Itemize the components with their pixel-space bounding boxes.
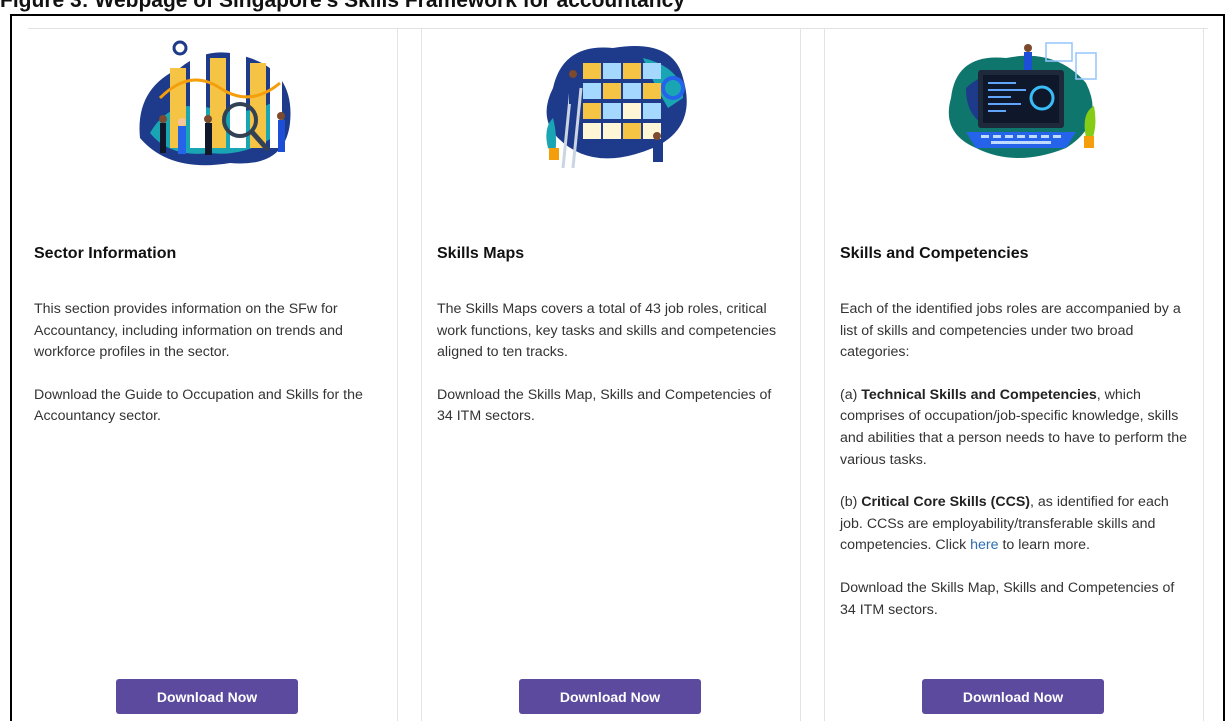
laptop-developer-illustration (948, 42, 1097, 158)
page-frame: Sector Information This section provides… (10, 14, 1225, 721)
card-paragraph: Each of the identified jobs roles are ac… (840, 301, 1181, 361)
column-divider (824, 28, 825, 721)
column-divider (1203, 28, 1204, 721)
card-text: to learn more. (998, 537, 1090, 554)
card-paragraph: (a) Technical Skills and Competencies, w… (840, 385, 1192, 471)
here-link[interactable]: here (970, 537, 998, 553)
download-now-button[interactable]: Download Now (519, 679, 701, 714)
bold-term: Critical Core Skills (CCS) (861, 494, 1031, 511)
card-body: This section provides information on the… (34, 299, 386, 449)
figure-caption: Figure 3: Webpage of Singapore's Skills … (0, 0, 685, 12)
card-paragraph: Download the Skills Map, Skills and Comp… (840, 579, 1175, 618)
list-marker: (a) (840, 386, 862, 403)
bold-term: Technical Skills and Competencies (861, 386, 1097, 403)
download-now-button[interactable]: Download Now (116, 679, 298, 714)
column-divider (421, 28, 422, 721)
list-marker: (b) (840, 494, 862, 511)
card-sector-information: Sector Information This section provides… (34, 16, 394, 721)
card-paragraph: Download the Skills Map, Skills and Comp… (437, 386, 772, 425)
column-divider (397, 28, 398, 721)
column-divider (800, 28, 801, 721)
card-body: The Skills Maps covers a total of 43 job… (437, 299, 789, 449)
download-now-button[interactable]: Download Now (922, 679, 1104, 714)
card-skills-and-competencies: Skills and Competencies Each of the iden… (840, 16, 1200, 721)
card-body: Each of the identified jobs roles are ac… (840, 299, 1192, 642)
card-title: Skills Maps (437, 245, 525, 262)
card-title: Sector Information (34, 245, 177, 262)
card-paragraph: (b) Critical Core Skills (CCS), as ident… (840, 492, 1192, 557)
card-skills-maps: Skills Maps The Skills Maps covers a tot… (437, 16, 797, 721)
card-title: Skills and Competencies (840, 245, 1029, 262)
planning-board-illustration (546, 46, 687, 169)
card-paragraph: The Skills Maps covers a total of 43 job… (437, 301, 777, 361)
card-paragraph: Download the Guide to Occupation and Ski… (34, 386, 363, 425)
data-analysis-illustration (139, 38, 291, 166)
card-paragraph: This section provides information on the… (34, 301, 343, 361)
